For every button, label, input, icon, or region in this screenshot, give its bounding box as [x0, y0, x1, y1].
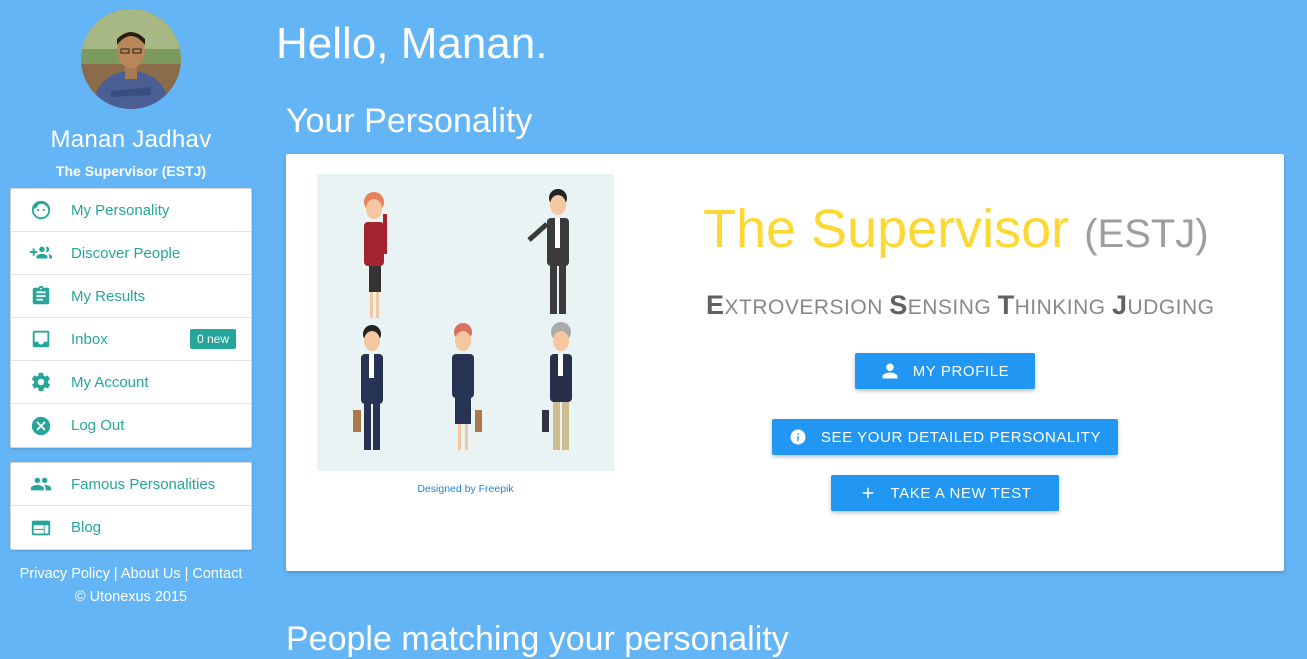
dimension-rest: HINKING — [1014, 296, 1106, 319]
menu-item-label: My Results — [71, 287, 146, 305]
menu-item-my-results[interactable]: My Results — [11, 275, 251, 318]
face-icon — [11, 199, 71, 221]
web-icon — [11, 517, 71, 539]
type-code: (ESTJ) — [1084, 212, 1209, 256]
dimension-initial: T — [997, 290, 1015, 320]
secondary-menu: Famous Personalities Blog — [10, 462, 252, 550]
illustration-credit-link[interactable]: Designed by Freepik — [317, 483, 614, 495]
figure-woman-red — [364, 192, 387, 318]
copyright: © Utonexus 2015 — [74, 589, 188, 605]
button-label: SEE YOUR DETAILED PERSONALITY — [820, 428, 1102, 446]
menu-item-my-account[interactable]: My Account — [11, 361, 251, 404]
privacy-policy-link[interactable]: Privacy Policy — [20, 566, 110, 582]
footer-links: Privacy Policy | About Us | Contact © Ut… — [0, 563, 262, 609]
user-name: Manan Jadhav — [50, 126, 212, 153]
my-profile-button[interactable]: MY PROFILE — [855, 353, 1035, 389]
cancel-icon — [11, 415, 71, 437]
separator: | — [109, 566, 121, 582]
inbox-icon — [11, 328, 71, 350]
menu-item-my-personality[interactable]: My Personality — [11, 189, 251, 232]
section-title-matching: People matching your personality — [286, 620, 789, 658]
figure-old-man — [542, 322, 572, 450]
menu-item-label: Blog — [71, 519, 102, 536]
figure-woman-navy — [452, 323, 482, 450]
inbox-new-badge: 0 new — [189, 329, 236, 349]
plus-icon — [862, 487, 873, 499]
menu-item-label: Famous Personalities — [71, 475, 216, 493]
personality-illustration — [317, 174, 614, 471]
detailed-personality-button[interactable]: SEE YOUR DETAILED PERSONALITY — [772, 419, 1118, 455]
dimension-rest: UDGING — [1127, 296, 1215, 319]
person-icon — [882, 363, 898, 379]
section-title: Your Personality — [286, 102, 533, 140]
menu-item-label: Log Out — [71, 417, 125, 434]
menu-item-label: Discover People — [71, 244, 181, 262]
figure-man-grey — [527, 189, 569, 314]
menu-item-inbox[interactable]: Inbox 0 new — [11, 318, 251, 361]
personality-type-title: The Supervisor (ESTJ) — [703, 198, 1209, 260]
info-icon — [790, 429, 806, 445]
menu-item-log-out[interactable]: Log Out — [11, 404, 251, 447]
people-icon — [11, 473, 71, 495]
avatar[interactable] — [81, 9, 181, 109]
clipboard-icon — [11, 285, 71, 307]
menu-item-label: Inbox — [71, 330, 108, 348]
button-label: MY PROFILE — [912, 362, 1010, 380]
menu-item-label: My Account — [71, 373, 149, 391]
about-us-link[interactable]: About Us — [121, 566, 181, 582]
personality-card: Designed by Freepik The Supervisor (ESTJ… — [286, 154, 1284, 571]
dimension-initial: J — [1111, 290, 1128, 320]
menu-item-discover-people[interactable]: Discover People — [11, 232, 251, 275]
separator: | — [180, 566, 193, 582]
personality-dimensions: EXTROVERSION SENSING THINKING JUDGING — [706, 290, 1214, 321]
dimension-initial: E — [706, 290, 725, 320]
gear-icon — [11, 371, 71, 393]
type-name: The Supervisor — [703, 199, 1070, 259]
menu-item-famous-personalities[interactable]: Famous Personalities — [11, 463, 251, 506]
dimension-initial: S — [889, 290, 908, 320]
figure-man-navy — [353, 325, 383, 450]
menu-item-blog[interactable]: Blog — [11, 506, 251, 549]
button-label: TAKE A NEW TEST — [890, 484, 1032, 502]
sidebar: Manan Jadhav The Supervisor (ESTJ) My Pe… — [0, 0, 262, 651]
take-new-test-button[interactable]: TAKE A NEW TEST — [831, 475, 1059, 511]
menu-item-label: My Personality — [71, 201, 170, 219]
dimension-rest: XTROVERSION — [724, 296, 883, 319]
greeting: Hello, Manan. — [276, 19, 548, 68]
user-personality-type: The Supervisor (ESTJ) — [55, 163, 207, 179]
contact-link[interactable]: Contact — [192, 566, 242, 582]
dimension-rest: ENSING — [907, 296, 992, 319]
group-add-icon — [11, 242, 71, 264]
main-menu: My Personality Discover People My Result… — [10, 188, 252, 448]
